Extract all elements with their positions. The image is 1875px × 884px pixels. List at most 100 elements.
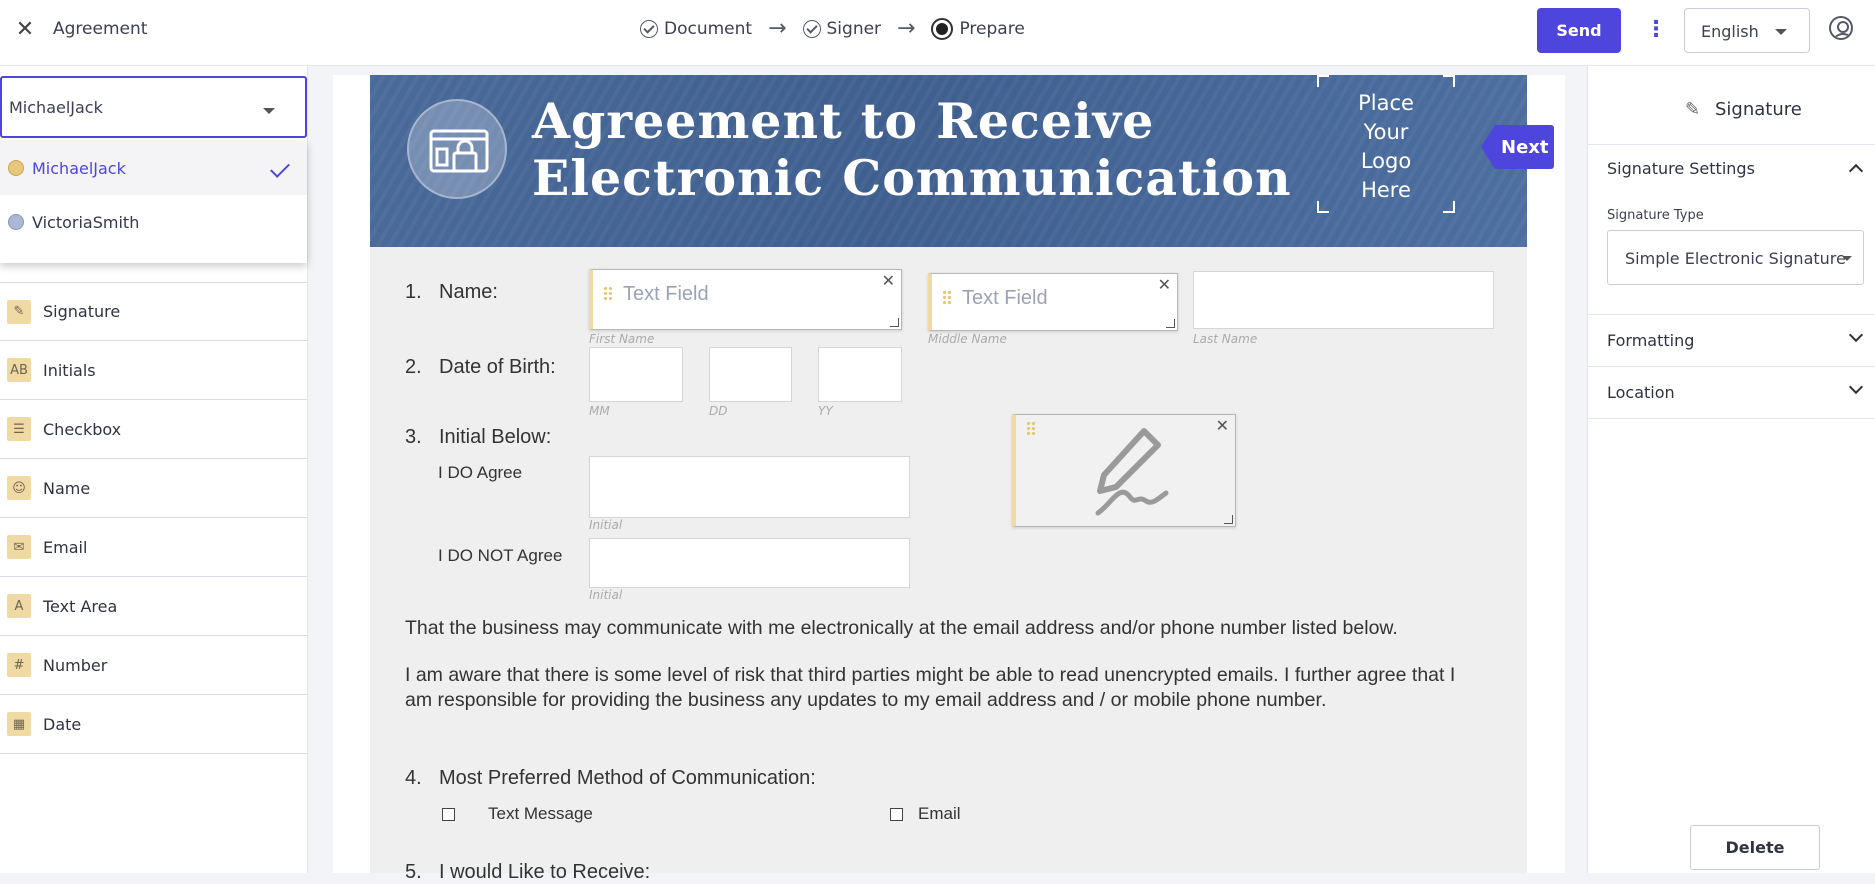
tool-email[interactable]: ✉ Email <box>0 518 307 577</box>
tool-name[interactable]: ☺ Name <box>0 459 307 518</box>
field-caption: Initial <box>589 518 623 532</box>
logo-text-line: Here <box>1361 178 1411 202</box>
agree-initial-field[interactable] <box>589 456 910 518</box>
signature-settings-section: Signature Settings Signature Type Simple… <box>1588 145 1875 315</box>
drag-handle-icon[interactable] <box>942 290 952 306</box>
initials-icon: AB <box>7 358 31 382</box>
resize-handle-icon[interactable] <box>1224 515 1233 524</box>
document-page: Agreement to Receive Electronic Communic… <box>370 75 1527 883</box>
middle-name-field[interactable]: Text Field ✕ <box>928 273 1178 331</box>
location-section[interactable]: Location <box>1588 367 1875 419</box>
signer-dropdown: MichaelJack VictoriaSmith <box>0 141 307 263</box>
dob-day-field[interactable] <box>709 347 792 402</box>
email-checkbox[interactable] <box>890 808 903 821</box>
signer-option-label: VictoriaSmith <box>32 212 140 232</box>
document-title-line: Electronic Communication <box>532 149 1292 207</box>
tool-number[interactable]: # Number <box>0 636 307 695</box>
checkmark-icon <box>270 158 290 178</box>
text-area-icon: A <box>7 594 31 618</box>
resize-handle-icon[interactable] <box>1166 319 1175 328</box>
document-title-line: Agreement to Receive <box>532 92 1155 150</box>
signer-select[interactable]: MichaelJack <box>0 76 307 138</box>
step-label: Prepare <box>959 19 1025 39</box>
checkbox-icon: ☰ <box>7 417 31 441</box>
document-header: Agreement to Receive Electronic Communic… <box>370 75 1527 247</box>
tool-text-area[interactable]: A Text Area <box>0 577 307 636</box>
signer-color-dot <box>8 214 24 230</box>
drag-handle-icon[interactable] <box>603 286 613 302</box>
more-options-icon[interactable]: ⋮ <box>1645 15 1667 45</box>
arrow-right-icon: → <box>897 16 916 41</box>
signer-select-value: MichaelJack <box>9 98 103 117</box>
tool-label: Name <box>43 478 91 498</box>
field-caption: MM <box>589 404 610 418</box>
next-field-button[interactable]: Next <box>1481 125 1554 169</box>
remove-field-icon[interactable]: ✕ <box>1216 416 1229 435</box>
field-tool-list: ✎ Signature AB Initials ☰ Checkbox ☺ Name ✉ E… <box>0 282 307 754</box>
caret-down-icon <box>1775 29 1787 35</box>
tool-label: Checkbox <box>43 419 122 439</box>
language-select[interactable]: English <box>1684 8 1810 53</box>
top-bar: ✕ Agreement Document → Signer → Prepare … <box>0 0 1875 66</box>
signer-option-label: MichaelJack <box>32 158 126 178</box>
tool-signature[interactable]: ✎ Signature <box>0 282 307 341</box>
question-number: 2. <box>405 356 422 378</box>
section-title[interactable]: Signature Settings <box>1607 159 1755 178</box>
user-profile-icon[interactable] <box>1829 16 1853 40</box>
step-signer[interactable]: Signer <box>802 19 881 39</box>
paragraph: That the business may communicate with m… <box>405 617 1398 639</box>
question-label: Initial Below: <box>439 426 552 448</box>
dob-year-field[interactable] <box>818 347 902 402</box>
signature-field[interactable]: ✕ <box>1012 414 1236 527</box>
right-panel: ✎ Signature Signature Settings Signature… <box>1587 66 1875 873</box>
field-caption: Initial <box>589 588 623 602</box>
tool-label: Signature <box>43 302 121 321</box>
pen-icon: ✎ <box>1685 99 1701 120</box>
tool-initials[interactable]: AB Initials <box>0 341 307 400</box>
logo-text-line: Logo <box>1360 149 1412 173</box>
resize-handle-icon[interactable] <box>890 318 899 327</box>
dob-month-field[interactable] <box>589 347 683 402</box>
tool-label: Text Area <box>43 596 118 616</box>
signature-type-select[interactable]: Simple Electronic Signature <box>1607 230 1864 285</box>
arrow-right-icon: → <box>768 16 787 41</box>
not-agree-initial-field[interactable] <box>589 538 910 588</box>
signature-type-label: Signature Type <box>1607 208 1704 223</box>
first-name-field[interactable]: Text Field ✕ <box>589 269 902 330</box>
tool-label: Initials <box>43 360 96 380</box>
remove-field-icon[interactable]: ✕ <box>882 271 895 290</box>
question-number: 3. <box>405 426 422 448</box>
properties-header: ✎ Signature <box>1588 66 1875 145</box>
logo-placeholder[interactable]: Place Your Logo Here <box>1317 75 1455 213</box>
chevron-up-icon[interactable] <box>1848 163 1864 179</box>
signature-type-value: Simple Electronic Signature <box>1625 249 1846 268</box>
last-name-field[interactable] <box>1193 271 1494 329</box>
remove-field-icon[interactable]: ✕ <box>1158 275 1171 294</box>
checkbox-label: Text Message <box>488 804 593 823</box>
caret-down-icon <box>263 108 275 114</box>
check-circle-icon <box>640 20 658 38</box>
close-icon[interactable]: ✕ <box>13 18 37 42</box>
field-caption: Middle Name <box>928 332 1007 346</box>
drag-handle-icon[interactable] <box>1026 421 1036 437</box>
signer-option[interactable]: VictoriaSmith <box>0 195 307 249</box>
secure-browser-lock-icon <box>407 99 507 199</box>
logo-text-line: Place <box>1358 91 1414 115</box>
text-message-checkbox[interactable] <box>442 808 455 821</box>
formatting-section[interactable]: Formatting <box>1588 315 1875 367</box>
tool-checkbox[interactable]: ☰ Checkbox <box>0 400 307 459</box>
properties-title: Signature <box>1715 99 1802 120</box>
tool-date[interactable]: ▦ Date <box>0 695 307 754</box>
step-prepare[interactable]: Prepare <box>931 18 1025 40</box>
checkbox-label: Email <box>918 804 961 823</box>
chevron-down-icon[interactable] <box>1848 379 1864 395</box>
chevron-down-icon[interactable] <box>1848 327 1864 343</box>
step-document[interactable]: Document <box>640 19 752 39</box>
question-label: Most Preferred Method of Communication: <box>439 767 816 789</box>
send-button[interactable]: Send <box>1537 8 1621 53</box>
question-number: 1. <box>405 281 422 303</box>
delete-button[interactable]: Delete <box>1690 825 1820 870</box>
not-agree-label: I DO NOT Agree <box>438 546 563 565</box>
document-canvas: Agreement to Receive Electronic Communic… <box>333 75 1565 883</box>
signer-option[interactable]: MichaelJack <box>0 141 307 195</box>
